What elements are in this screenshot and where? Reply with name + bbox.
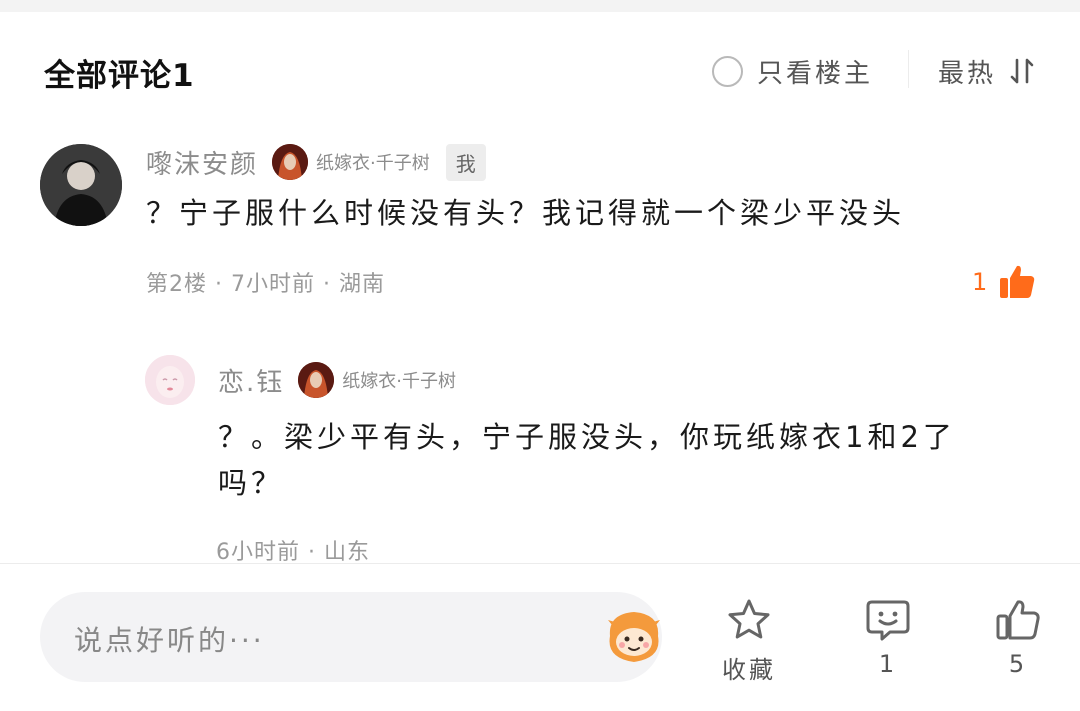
reply-username[interactable]: 恋.钰 <box>218 362 284 399</box>
fan-badge[interactable]: 纸嫁衣·千子树 <box>272 144 430 180</box>
like-count: 5 <box>1008 650 1028 678</box>
thumbs-up-filled-icon[interactable] <box>997 262 1037 302</box>
commenter-username[interactable]: 嚟沫安颜 <box>146 144 258 181</box>
radio-circle-icon[interactable] <box>712 55 743 87</box>
comment-bubble-icon <box>866 600 910 641</box>
comment-like-button[interactable]: 1 <box>972 262 1037 302</box>
top-strip <box>0 0 1080 12</box>
reply-fan-badge-name: 纸嫁衣·千子树 <box>342 371 456 392</box>
bottom-bar-divider <box>0 563 1080 564</box>
reply-text-line1[interactable]: ？。梁少平有头，宁子服没头，你玩纸嫁衣1和2了 <box>218 414 1048 460</box>
comments-button[interactable]: 1 <box>864 596 912 678</box>
comment-meta-row: 嚟沫安颜 纸嫁衣·千子树 我 <box>146 143 486 181</box>
like-button[interactable]: 5 <box>994 596 1042 678</box>
comments-count: 1 <box>878 650 898 678</box>
collect-label: 收藏 <box>722 656 776 684</box>
comment-input-placeholder: 说点好听的··· <box>74 624 265 657</box>
comment-floor-time-location: 第2楼 · 7小时前 · 湖南 <box>146 272 385 297</box>
header-divider <box>908 50 909 88</box>
sort-arrows-icon[interactable] <box>1008 57 1036 85</box>
commenter-avatar-image <box>40 144 122 226</box>
reply-fan-badge[interactable]: 纸嫁衣·千子树 <box>298 362 456 398</box>
comment-input[interactable]: 说点好听的··· <box>40 592 662 682</box>
sort-toggle[interactable]: 最热 <box>938 52 1036 90</box>
me-tag: 我 <box>445 143 486 181</box>
reply-text-line2[interactable]: 吗？ <box>218 460 1048 506</box>
reply-avatar[interactable] <box>145 355 195 405</box>
emoji-sticker-icon[interactable] <box>602 608 666 666</box>
comment-text[interactable]: ？宁子服什么时候没有头？我记得就一个梁少平没头 <box>146 190 1046 236</box>
thumbs-up-icon <box>996 600 1040 640</box>
reply-time-location: 6小时前 · 山东 <box>216 540 370 565</box>
reply-meta-row: 恋.钰 纸嫁衣·千子树 <box>218 362 456 398</box>
star-icon <box>728 599 770 639</box>
sort-label: 最热 <box>938 58 997 89</box>
fan-badge-name: 纸嫁衣·千子树 <box>316 153 430 174</box>
commenter-avatar[interactable] <box>40 144 122 226</box>
reply-fan-badge-avatar <box>298 362 335 398</box>
comment-like-count: 1 <box>972 268 988 296</box>
comments-header-title: 全部评论1 <box>44 58 195 94</box>
fan-badge-avatar <box>272 144 309 180</box>
only-op-toggle[interactable]: 只看楼主 <box>712 52 873 90</box>
reply-avatar-image <box>145 355 195 405</box>
collect-button[interactable]: 收藏 <box>722 596 776 685</box>
only-op-label: 只看楼主 <box>757 58 874 89</box>
